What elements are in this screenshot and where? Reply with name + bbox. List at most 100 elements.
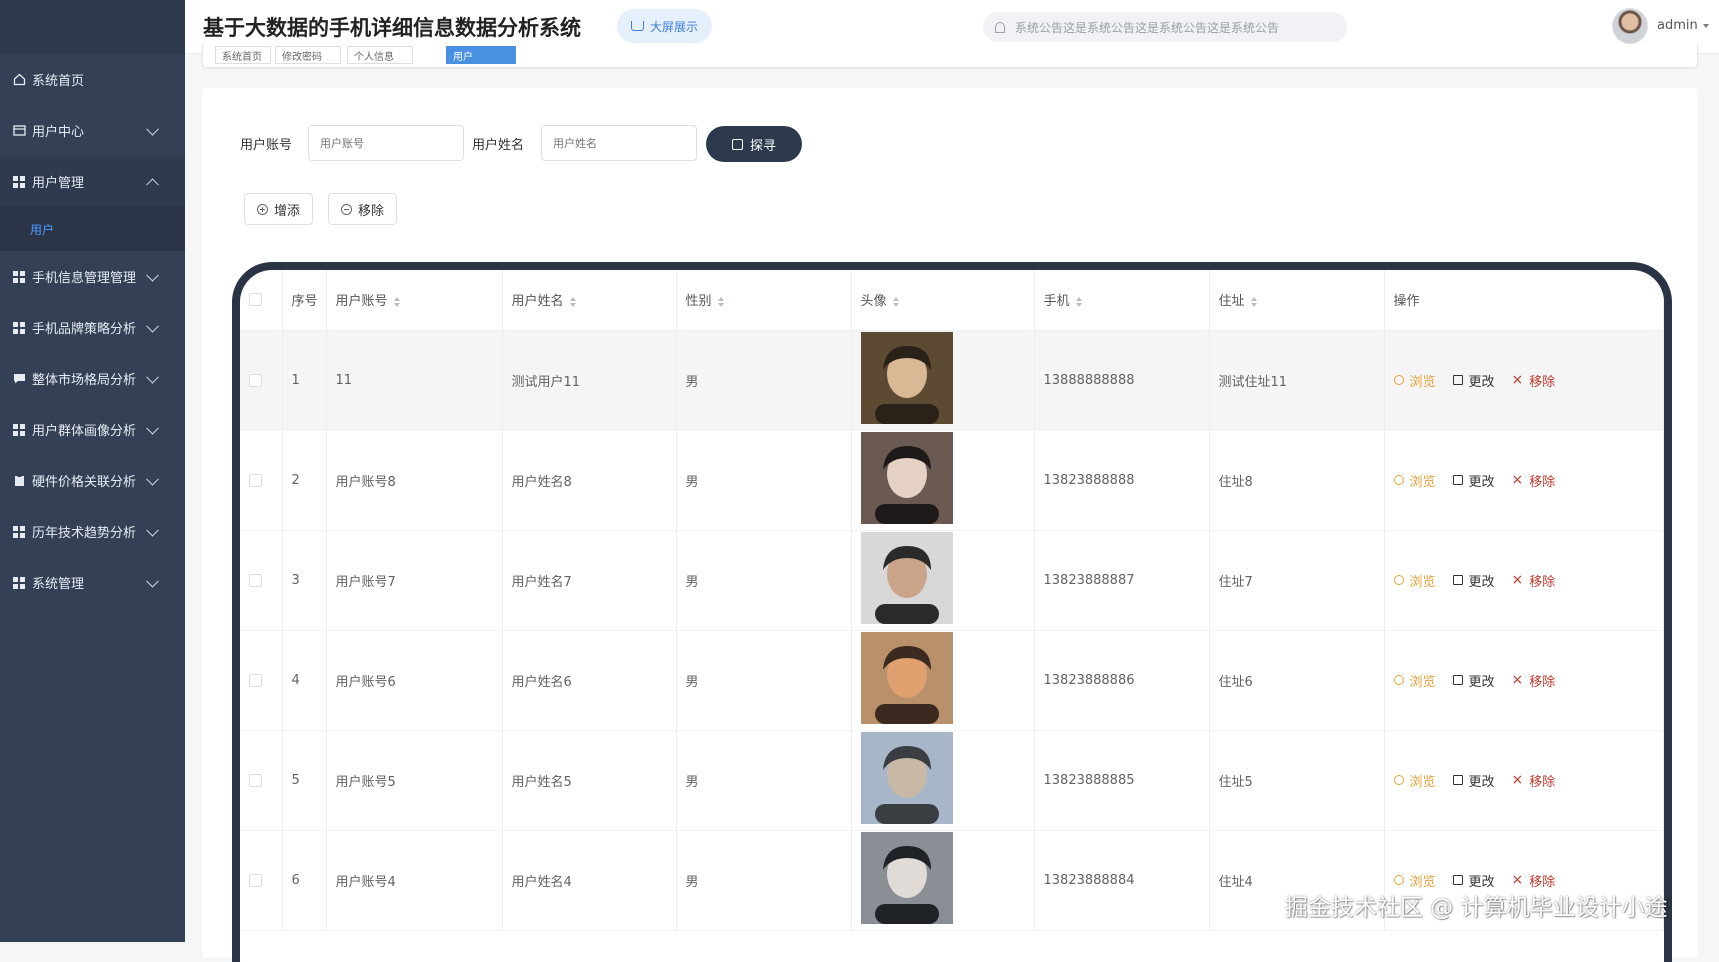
account-search-input[interactable] bbox=[308, 125, 464, 161]
avatar-photo[interactable] bbox=[860, 832, 953, 924]
column-header: 序号 bbox=[282, 270, 327, 331]
cell-gender: 男 bbox=[676, 630, 852, 731]
sidebar-item-phone-info[interactable]: 手机信息管理管理 bbox=[0, 251, 185, 302]
row-checkbox[interactable] bbox=[249, 473, 262, 487]
row-select-cell bbox=[240, 830, 283, 931]
sidebar-item-home[interactable]: 系统首页 bbox=[0, 54, 185, 105]
sort-icon[interactable] bbox=[1075, 296, 1082, 307]
tab-home[interactable]: 系统首页 bbox=[215, 46, 271, 64]
delete-button[interactable]: × 移除 bbox=[1512, 671, 1556, 690]
delete-button[interactable]: × 移除 bbox=[1512, 471, 1556, 490]
tab-change-password[interactable]: 修改密码 bbox=[275, 46, 341, 64]
sidebar-item-system[interactable]: 系统管理 bbox=[0, 557, 185, 608]
add-button[interactable]: 增添 bbox=[244, 193, 314, 225]
cell-phone: 13823888885 bbox=[1034, 730, 1210, 831]
select-all-checkbox[interactable] bbox=[249, 293, 262, 307]
row-checkbox[interactable] bbox=[249, 673, 262, 687]
account-label: 用户账号 bbox=[240, 138, 293, 153]
remove-button[interactable]: 移除 bbox=[328, 193, 398, 225]
sidebar-item-user-center[interactable]: 用户中心 bbox=[0, 105, 185, 156]
sort-icon[interactable] bbox=[717, 296, 724, 307]
column-header[interactable]: 用户姓名 bbox=[502, 270, 677, 331]
row-checkbox[interactable] bbox=[249, 373, 262, 387]
edit-button[interactable]: 更改 bbox=[1452, 471, 1495, 490]
edit-button[interactable]: 更改 bbox=[1452, 871, 1495, 890]
edit-button[interactable]: 更改 bbox=[1452, 571, 1495, 590]
sidebar-item-user-management[interactable]: 用户管理 bbox=[0, 156, 185, 207]
avatar-photo[interactable] bbox=[860, 332, 953, 424]
column-header[interactable]: 用户账号 bbox=[326, 270, 503, 331]
sort-icon[interactable] bbox=[393, 296, 400, 307]
grid-icon bbox=[12, 175, 26, 189]
edit-button[interactable]: 更改 bbox=[1452, 671, 1495, 690]
tab-label: 用户 bbox=[453, 51, 473, 63]
cell-ops: 浏览 更改 × 移除 bbox=[1384, 730, 1664, 831]
tab-user[interactable]: 用户 bbox=[446, 46, 516, 64]
add-label: 增添 bbox=[274, 203, 301, 219]
column-header[interactable]: 性别 bbox=[676, 270, 852, 331]
avatar-photo[interactable] bbox=[860, 432, 953, 524]
view-button[interactable]: 浏览 bbox=[1393, 771, 1436, 790]
chevron-down-icon bbox=[146, 370, 159, 384]
sort-icon[interactable] bbox=[892, 296, 899, 307]
search-button[interactable]: 探寻 bbox=[706, 126, 802, 162]
name-search-input[interactable] bbox=[541, 125, 697, 161]
avatar-photo[interactable] bbox=[860, 732, 953, 824]
sort-icon[interactable] bbox=[1250, 296, 1257, 307]
avatar[interactable] bbox=[1612, 8, 1648, 44]
watermark: 掘金技术社区 @ 计算机毕业设计小途 bbox=[1285, 895, 1668, 921]
edit-icon bbox=[1452, 675, 1463, 685]
tab-profile[interactable]: 个人信息 bbox=[347, 46, 413, 64]
cell-gender: 男 bbox=[676, 530, 852, 631]
cell-no: 2 bbox=[282, 430, 327, 531]
edit-button[interactable]: 更改 bbox=[1452, 771, 1495, 790]
clipboard-icon bbox=[12, 474, 26, 488]
column-header[interactable]: 手机 bbox=[1034, 270, 1210, 331]
row-checkbox[interactable] bbox=[249, 873, 262, 887]
tab-label: 修改密码 bbox=[282, 51, 322, 63]
sidebar-subitem-user[interactable]: 用户 bbox=[0, 207, 185, 251]
cell-account: 用户账号5 bbox=[326, 730, 503, 831]
cell-avatar bbox=[851, 630, 1035, 731]
cell-name: 用户姓名4 bbox=[502, 830, 677, 931]
sort-icon[interactable] bbox=[569, 296, 576, 307]
view-button[interactable]: 浏览 bbox=[1393, 871, 1436, 890]
edit-button[interactable]: 更改 bbox=[1452, 371, 1495, 390]
row-checkbox[interactable] bbox=[249, 573, 262, 587]
cell-account: 用户账号4 bbox=[326, 830, 503, 931]
search-icon bbox=[1393, 775, 1404, 785]
delete-button[interactable]: × 移除 bbox=[1512, 871, 1556, 890]
chevron-down-icon bbox=[146, 523, 159, 537]
grid-icon bbox=[12, 321, 26, 335]
avatar-photo[interactable] bbox=[860, 632, 953, 724]
sidebar-item-hardware-price[interactable]: 硬件价格关联分析 bbox=[0, 455, 185, 506]
select-all-cell bbox=[240, 270, 283, 331]
cell-name: 用户姓名6 bbox=[502, 630, 677, 731]
column-header[interactable]: 住址 bbox=[1209, 270, 1385, 331]
view-button[interactable]: 浏览 bbox=[1393, 671, 1436, 690]
delete-button[interactable]: × 移除 bbox=[1512, 571, 1556, 590]
row-checkbox[interactable] bbox=[249, 773, 262, 787]
card-icon bbox=[12, 124, 26, 138]
cell-avatar bbox=[851, 830, 1035, 931]
view-button[interactable]: 浏览 bbox=[1393, 371, 1436, 390]
page-title: 基于大数据的手机详细信息数据分析系统 bbox=[203, 16, 581, 40]
caret-down-icon[interactable] bbox=[1703, 24, 1709, 28]
avatar-photo[interactable] bbox=[860, 532, 953, 624]
delete-button[interactable]: × 移除 bbox=[1512, 771, 1556, 790]
delete-button[interactable]: × 移除 bbox=[1512, 371, 1556, 390]
cell-address: 住址6 bbox=[1209, 630, 1385, 731]
view-button[interactable]: 浏览 bbox=[1393, 471, 1436, 490]
sidebar-item-label: 系统首页 bbox=[32, 74, 85, 89]
row-select-cell bbox=[240, 730, 283, 831]
table-row: 2 用户账号8 用户姓名8 男 13823888888 住址8 浏览 更改 × 移除 bbox=[240, 430, 1664, 531]
sidebar-item-tech-trend[interactable]: 历年技术趋势分析 bbox=[0, 506, 185, 557]
sidebar-item-market[interactable]: 整体市场格局分析 bbox=[0, 353, 185, 404]
username[interactable]: admin bbox=[1657, 18, 1698, 33]
column-header[interactable]: 头像 bbox=[851, 270, 1035, 331]
bigscreen-button[interactable]: 大屏展示 bbox=[617, 9, 713, 43]
sidebar-item-brand-strategy[interactable]: 手机品牌策略分析 bbox=[0, 302, 185, 353]
cell-address: 住址5 bbox=[1209, 730, 1385, 831]
view-button[interactable]: 浏览 bbox=[1393, 571, 1436, 590]
sidebar-item-user-portrait[interactable]: 用户群体画像分析 bbox=[0, 404, 185, 455]
